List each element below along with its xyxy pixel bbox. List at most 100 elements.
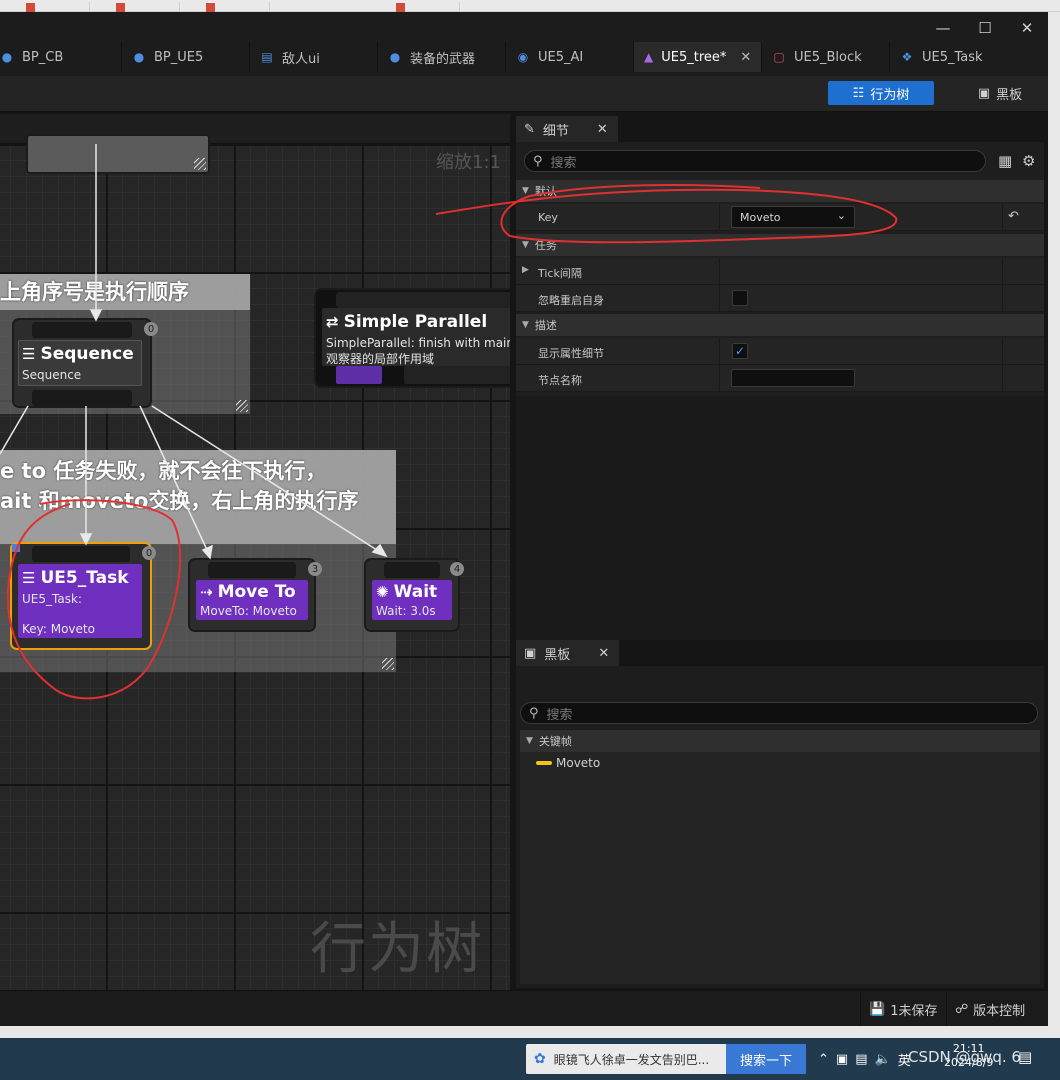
tab-ue5-ai[interactable]: ◉ UE5_AI [506, 42, 634, 72]
ue5-task-title: ☰ UE5_Task [22, 568, 129, 588]
simple-parallel-title-text: Simple Parallel [343, 312, 488, 332]
wait-node[interactable]: ✺ Wait Wait: 3.0s [366, 560, 458, 630]
unsaved-label: 1未保存 [890, 1003, 938, 1019]
close-tab-icon[interactable]: ✕ [740, 50, 751, 65]
browser-tab-favicon [26, 3, 35, 12]
save-icon: 💾 [869, 1001, 886, 1017]
simple-parallel-node[interactable]: ⇄ Simple Parallel SimpleParallel: finish … [316, 290, 510, 386]
blackboard-mode-button[interactable]: ▣ 黑板 [960, 81, 1040, 105]
input-pin[interactable] [336, 292, 510, 308]
behavior-tree-mode-label: 行为树 [870, 87, 910, 103]
tab-enemy-ui[interactable]: ▤ 敌人ui [250, 42, 378, 72]
section-description[interactable]: ▼ 描述 [516, 314, 1044, 336]
monitor-icon: ▣ [524, 645, 537, 661]
tab-label: UE5_Task [922, 49, 983, 65]
property-label: Tick间隔 [538, 267, 582, 280]
maximize-button[interactable]: ☐ [964, 12, 1006, 44]
column-divider [719, 338, 720, 365]
wait-node-body: ✺ Wait Wait: 3.0s [372, 580, 452, 620]
tab-ue5-task[interactable]: ❖ UE5_Task [890, 42, 1018, 72]
close-tab-icon[interactable]: ✕ [598, 646, 609, 661]
details-tab-label: 细节 [542, 123, 569, 139]
main-task-pin[interactable] [336, 366, 382, 384]
output-pin[interactable] [32, 390, 132, 406]
show-details-checkbox[interactable]: ✓ [732, 343, 748, 359]
gear-icon[interactable]: ⚙ [1022, 152, 1035, 170]
blackboard-search-input[interactable]: ⚲ 搜索 [520, 702, 1038, 724]
chevron-up-icon[interactable]: ⌃ [818, 1052, 829, 1067]
blackboard-key-moveto[interactable]: Moveto [520, 752, 1040, 774]
ue5-task-desc: UE5_Task: [22, 592, 82, 606]
browser-tab[interactable] [390, 2, 460, 12]
sequence-icon: ☰ [22, 345, 36, 363]
sequence-node[interactable]: ☰ Sequence Sequence [14, 320, 150, 406]
behavior-tree-graph[interactable]: 缩放1:1 上角序号是执行顺序 ☰ Sequence Sequence 0 ⇄ Si… [0, 114, 510, 990]
browser-tab[interactable] [110, 2, 180, 12]
taskbar-search-button[interactable]: 搜索一下 [726, 1044, 806, 1074]
screen-icon[interactable]: ▣ [836, 1052, 848, 1067]
tab-ue5-tree[interactable]: ▲ UE5_tree* ✕ [634, 42, 762, 72]
resize-grip[interactable] [236, 400, 248, 412]
editor-toolbar: ☷ 行为树 ▣ 黑板 [0, 76, 1048, 112]
tab-equipped-weapon[interactable]: ● 装备的武器 [378, 42, 506, 72]
key-selector-dropdown[interactable]: Moveto ⌄ [731, 206, 855, 228]
browser-tab[interactable] [200, 2, 270, 12]
minimize-button[interactable]: — [922, 12, 964, 44]
ue5-task-node[interactable]: ☰ UE5_Task UE5_Task: Key: Moveto [12, 544, 150, 648]
unsaved-assets-button[interactable]: 💾 1未保存 [860, 991, 944, 1027]
input-pin[interactable] [208, 562, 296, 578]
table-view-icon[interactable]: ▦ [998, 152, 1012, 170]
column-divider [1002, 204, 1003, 231]
checkmark-icon: ✓ [734, 344, 746, 358]
reset-to-default-icon[interactable]: ↶ [1008, 209, 1019, 224]
tab-ue5-block[interactable]: ▢ UE5_Block [762, 42, 890, 72]
input-pin[interactable] [32, 546, 130, 562]
taskbar-search[interactable]: ✿ 眼镜飞人徐卓一发文告别巴... 搜索一下 [526, 1044, 806, 1074]
resize-grip[interactable] [382, 658, 394, 670]
blackboard-list-area [520, 774, 1040, 984]
column-divider [1002, 285, 1003, 312]
details-search-input[interactable]: ⚲ 搜索 [524, 150, 986, 172]
property-row-tick-interval[interactable]: ▶ Tick间隔 [516, 258, 1044, 285]
section-task[interactable]: ▼ 任务 [516, 234, 1044, 256]
tab-bp-ue5[interactable]: ● BP_UE5 [122, 42, 250, 72]
close-window-button[interactable]: ✕ [1006, 12, 1048, 44]
chevron-right-icon[interactable]: ▶ [522, 265, 529, 275]
source-control-button[interactable]: ☍ 版本控制 [946, 991, 1046, 1027]
tab-bp-cb[interactable]: ● BP_CB [0, 42, 122, 72]
volume-icon[interactable]: 🔈 [875, 1052, 891, 1067]
column-divider [719, 258, 720, 285]
browser-tab-strip [0, 0, 1060, 12]
details-tab[interactable]: ✎ 细节 ✕ [516, 116, 618, 142]
graph-watermark: 行为树 [310, 917, 484, 982]
browser-tab-favicon [116, 3, 125, 12]
tab-label: BP_CB [22, 49, 64, 65]
blackboard-tab[interactable]: ▣ 黑板 ✕ [516, 640, 620, 666]
simple-parallel-desc2: 观察器的局部作用域 [326, 352, 435, 366]
wait-icon: ✺ [376, 583, 389, 601]
network-icon[interactable]: ▤ [855, 1052, 867, 1067]
system-tray: ⌃ ▣ ▤ 🔈 英 [818, 1038, 918, 1080]
close-tab-icon[interactable]: ✕ [597, 122, 608, 137]
ai-controller-icon: ◉ [517, 50, 529, 64]
section-default[interactable]: ▼ 默认 [516, 180, 1044, 202]
behavior-tree-mode-button[interactable]: ☷ 行为树 [828, 81, 934, 105]
property-row-node-name: 节点名称 [516, 365, 1044, 392]
details-panel: ✎ 细节 ✕ ⚲ 搜索 ▦ ⚙ ▼ 默认 Key Moveto ⌄ ↶ ▼ 任务 ▶ Ti… [516, 116, 1044, 396]
blackboard-section-keys[interactable]: ▼ 关键帧 [520, 730, 1040, 752]
column-divider [719, 204, 720, 231]
taskbar-search-text[interactable]: ✿ 眼镜飞人徐卓一发文告别巴... [526, 1051, 726, 1068]
root-node[interactable] [28, 136, 208, 172]
resize-grip[interactable] [194, 158, 206, 170]
details-tab-bar: ✎ 细节 ✕ [516, 116, 1044, 142]
ignore-restart-checkbox[interactable] [732, 290, 748, 306]
wait-title-text: Wait [393, 582, 438, 602]
blackboard-tab-bar: ▣ 黑板 ✕ [516, 640, 1044, 666]
input-pin[interactable] [384, 562, 440, 578]
input-pin[interactable] [32, 322, 132, 338]
node-name-input[interactable] [731, 369, 855, 387]
wait-desc: Wait: 3.0s [376, 604, 436, 618]
browser-tab[interactable] [20, 2, 90, 12]
background-task-pin[interactable] [404, 366, 510, 384]
move-to-node[interactable]: ⇢ Move To MoveTo: Moveto [190, 560, 314, 630]
